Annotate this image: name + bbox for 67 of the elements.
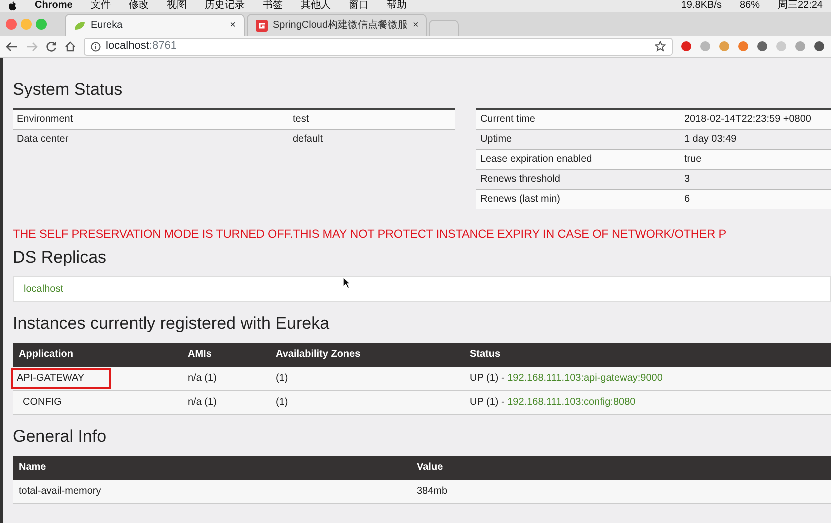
menu-item[interactable]: 书签 (262, 0, 283, 12)
table-cell: total-avail-memory (13, 480, 411, 504)
back-icon[interactable] (6, 42, 18, 52)
table-cell: (1) (270, 390, 464, 415)
table-cell: true (680, 149, 831, 170)
menu-item[interactable]: 历史记录 (204, 0, 245, 12)
application-name: API-GATEWAY (11, 368, 111, 390)
home-icon[interactable] (65, 41, 76, 52)
section-heading: DS Replicas (13, 248, 108, 268)
extension-icon[interactable] (757, 41, 768, 52)
column-header: Name (13, 456, 411, 480)
extension-icon[interactable] (814, 41, 825, 52)
reload-icon[interactable] (46, 41, 57, 52)
column-header: AMIs (182, 342, 270, 367)
menu-item[interactable]: 视图 (166, 0, 187, 12)
table-cell: test (289, 109, 456, 130)
warning-message: THE SELF PRESERVATION MODE IS TURNED OFF.THIS MAY NOT PROTECT INSTANCE EXPIRY IN CASE OF NETWORK/OTHER P (13, 226, 728, 244)
leaf-icon (74, 20, 86, 30)
section-heading: Instances currently registered with Eureka (13, 314, 331, 335)
status-text: UP (1) - (470, 397, 505, 408)
column-header: Value (411, 456, 831, 480)
menu-item[interactable]: 修改 (128, 0, 149, 12)
browser-tab[interactable]: SpringCloud构建微信点餐微服 × (247, 14, 427, 36)
address-field[interactable]: localhost:8761 (84, 38, 673, 56)
extension-icon[interactable] (681, 41, 692, 52)
table-cell: 6 (680, 189, 831, 210)
browser-tab[interactable]: Eureka × (65, 14, 245, 36)
instance-link[interactable]: 192.168.111.103:api-gateway:9000 (508, 373, 663, 384)
application-name: CONFIG (22, 396, 63, 410)
table-cell: 2018-02-14T22:23:59 +0800 (680, 109, 831, 130)
battery-level: 86% (740, 0, 760, 12)
table-cell: Data center (13, 129, 289, 150)
close-tab-button[interactable]: × (230, 18, 236, 33)
network-speed: 19.8KB/s (681, 0, 722, 12)
tab-title: SpringCloud构建微信点餐微服 (273, 18, 408, 33)
table-cell: Renews (last min) (476, 189, 680, 210)
menu-item[interactable]: 其他人 (300, 0, 331, 12)
close-tab-button[interactable]: × (413, 18, 419, 33)
column-header: Application (13, 342, 182, 367)
info-icon (91, 42, 101, 52)
replica-link[interactable]: localhost (24, 282, 64, 297)
menu-clock[interactable]: 周三22:24 (778, 0, 823, 12)
section-heading: General Info (13, 427, 108, 448)
table-cell: n/a (1) (182, 390, 270, 415)
table-cell: Environment (13, 109, 289, 130)
table-cell: Current time (476, 109, 680, 130)
table-cell: default (289, 129, 456, 150)
menu-item[interactable]: 帮助 (386, 0, 407, 12)
tab-title: Eureka (91, 19, 124, 33)
table-cell: 384mb (411, 480, 831, 504)
maximize-button[interactable] (36, 18, 47, 30)
apple-icon[interactable] (8, 1, 17, 11)
new-tab-button[interactable] (429, 20, 459, 36)
column-header: Availability Zones (270, 342, 464, 367)
star-icon[interactable] (655, 41, 666, 52)
status-text: UP (1) - (470, 373, 505, 384)
instance-link[interactable]: 192.168.111.103:config:8080 (508, 397, 636, 408)
table-cell: Lease expiration enabled (476, 149, 680, 170)
section-heading: System Status (13, 80, 124, 100)
table-cell: n/a (1) (182, 366, 270, 391)
forward-icon[interactable] (26, 42, 38, 52)
url-text: localhost:8761 (106, 39, 177, 54)
close-button[interactable] (6, 18, 17, 30)
g-logo-icon (256, 20, 268, 32)
column-header: Status (464, 342, 831, 367)
app-menu[interactable]: Chrome (35, 0, 73, 12)
table-cell: (1) (270, 366, 464, 391)
